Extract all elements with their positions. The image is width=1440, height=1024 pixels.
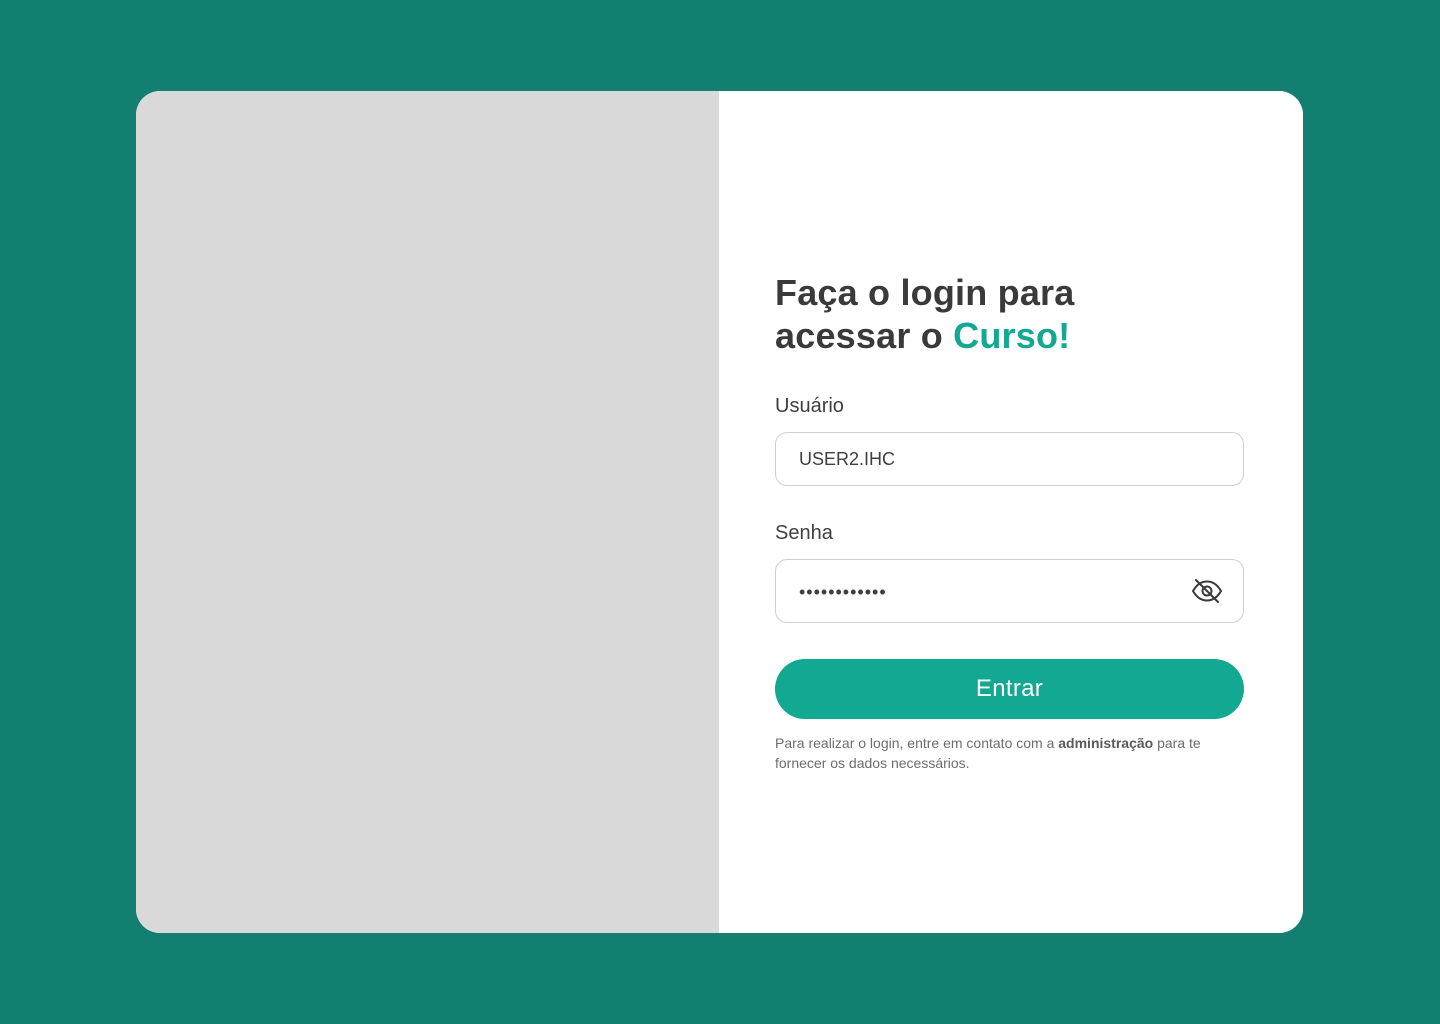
page-title: Faça o login para acessar o Curso! — [775, 271, 1244, 357]
username-value: USER2.IHC — [799, 448, 896, 469]
title-highlight: Curso! — [953, 315, 1071, 356]
username-label: Usuário — [775, 395, 844, 417]
title-line-2-prefix: acessar o — [775, 315, 954, 356]
submit-button[interactable]: Entrar — [775, 659, 1244, 719]
login-form-panel: Faça o login para acessar o Curso! Usuári… — [719, 91, 1303, 933]
password-input[interactable]: •••••••••••• — [775, 559, 1244, 623]
title-line-1: Faça o login para — [775, 272, 1075, 313]
image-placeholder-panel — [136, 91, 719, 933]
login-card: Faça o login para acessar o Curso! Usuári… — [136, 91, 1303, 933]
password-masked-value: •••••••••••• — [799, 581, 887, 602]
help-text-prefix: Para realizar o login, entre em contato … — [775, 735, 1059, 751]
eye-off-icon[interactable] — [1190, 577, 1224, 605]
login-form: Faça o login para acessar o Curso! Usuári… — [775, 271, 1244, 773]
help-text-admin: administração — [1058, 735, 1154, 751]
username-input[interactable]: USER2.IHC — [775, 432, 1244, 486]
login-help-text: Para realizar o login, entre em contato … — [775, 733, 1244, 773]
password-label: Senha — [775, 522, 833, 544]
